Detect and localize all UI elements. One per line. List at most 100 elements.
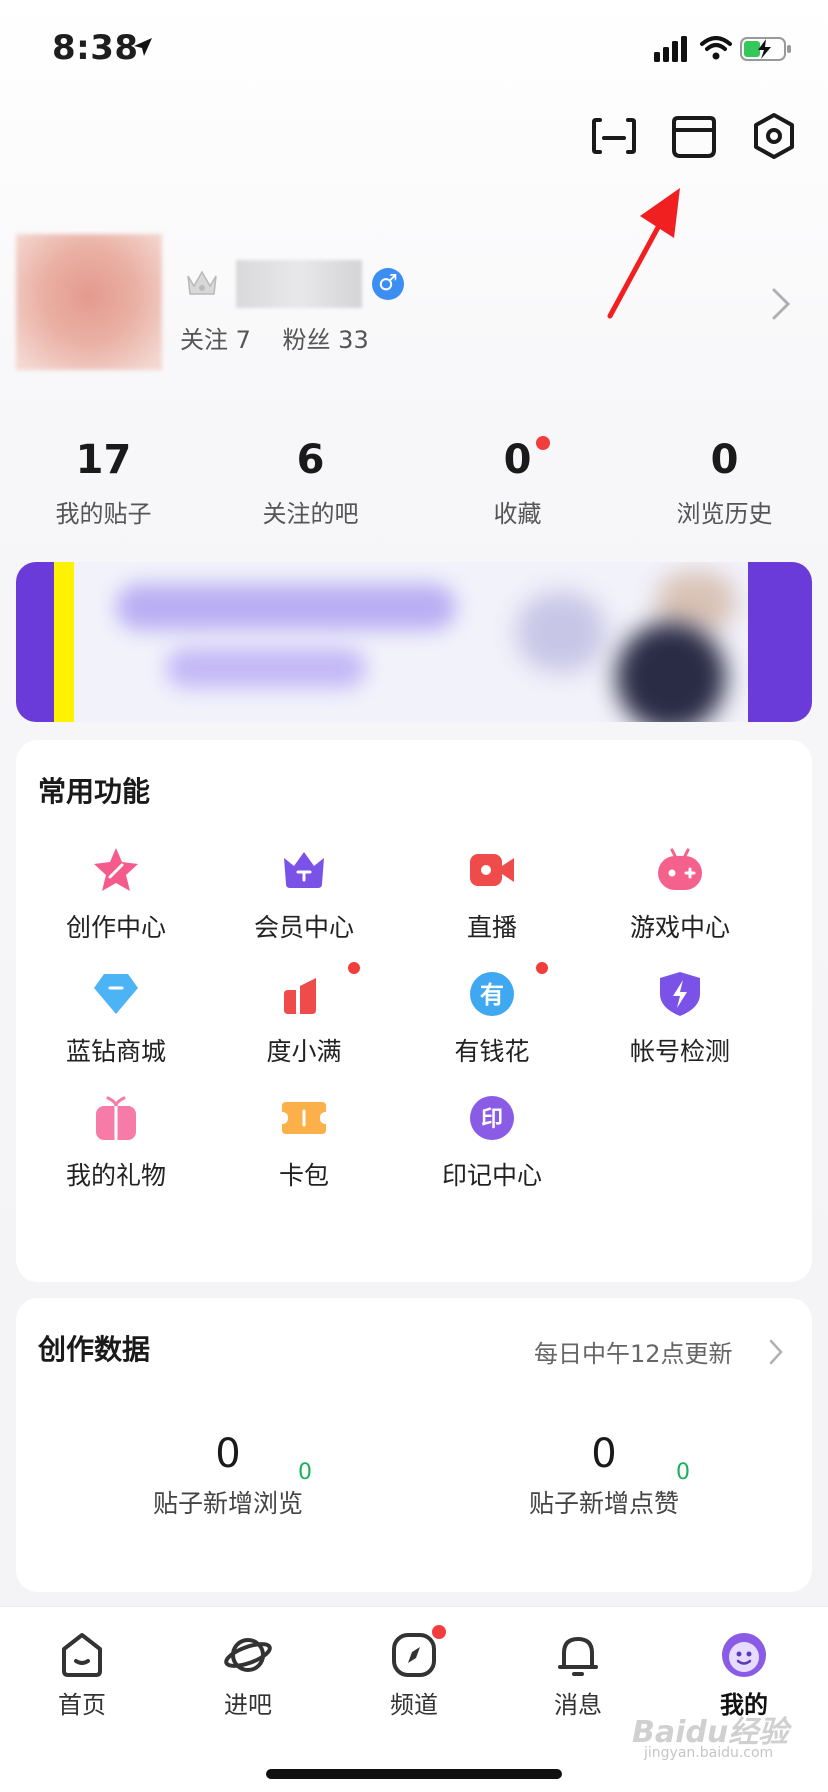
chevron-right-icon[interactable]: [770, 286, 792, 322]
star-pen-icon: [94, 848, 138, 891]
settings-hexagon-icon[interactable]: [750, 112, 798, 160]
location-arrow-icon: [134, 38, 152, 56]
tab-label: 消息: [554, 1691, 602, 1719]
feature-member-center[interactable]: 会员中心: [210, 846, 398, 956]
gift-icon: [96, 1096, 136, 1140]
stat-label: 我的贴子: [55, 500, 152, 528]
metric-value: 0: [215, 1431, 241, 1477]
tab-label: 首页: [58, 1691, 106, 1719]
avatar[interactable]: [16, 234, 162, 370]
annotation-arrow: [607, 188, 680, 319]
notification-dot: [346, 960, 362, 976]
battery-charging-icon: [740, 37, 791, 61]
stat-value: 17: [75, 437, 132, 483]
bottom-tab-bar: 首页 进吧 频道 消息 我的 Baidu经验 jingyan.baidu.com: [0, 1606, 828, 1792]
stat-history[interactable]: 0 浏览历史: [621, 432, 828, 532]
home-icon: [62, 1633, 102, 1677]
banner-blurred-image: [516, 592, 606, 672]
notification-dot: [536, 436, 550, 450]
metric-delta: 0: [298, 1460, 312, 1485]
banner-blurred-text: [166, 648, 366, 688]
tab-label: 进吧: [224, 1691, 272, 1719]
video-camera-icon: [470, 854, 514, 886]
watermark-url: jingyan.baidu.com: [644, 1745, 774, 1761]
promo-banner[interactable]: [16, 562, 812, 722]
update-note[interactable]: 每日中午12点更新: [534, 1334, 733, 1369]
money-icon: 有: [470, 972, 514, 1016]
stat-value: 6: [296, 437, 325, 483]
banner-blurred-image: [616, 622, 726, 722]
follow-counts[interactable]: 关注 7 粉丝 33: [180, 320, 393, 355]
metric-new-likes[interactable]: 0 贴子新增点赞: [474, 1426, 734, 1520]
planet-icon: [224, 1638, 272, 1672]
feature-label: 直播: [466, 913, 517, 942]
feature-label: 蓝钻商城: [65, 1037, 166, 1066]
fans-count[interactable]: 粉丝 33: [283, 326, 369, 354]
feature-label: 印记中心: [441, 1161, 542, 1190]
card-title: 创作数据: [38, 1333, 151, 1366]
gender-male-icon: ♂: [372, 268, 404, 300]
tab-messages[interactable]: 消息: [518, 1623, 638, 1719]
metric-label: 贴子新增点赞: [528, 1489, 679, 1518]
banner-right-stripe: [748, 562, 812, 722]
stat-favorites[interactable]: 0 收藏: [414, 432, 621, 532]
notification-dot: [534, 960, 550, 976]
banner-blurred-text: [116, 584, 456, 630]
feature-creation-center[interactable]: 创作中心: [22, 846, 210, 956]
wifi-icon: [700, 36, 732, 60]
feature-live[interactable]: 直播: [398, 846, 586, 956]
ticket-icon: [282, 1102, 326, 1134]
username-blurred[interactable]: [236, 260, 362, 308]
smiley-avatar-icon: [722, 1633, 766, 1677]
feature-du-xiaoman[interactable]: 度小满: [210, 960, 398, 1080]
stat-label: 关注的吧: [262, 500, 359, 528]
feature-label: 游戏中心: [629, 913, 730, 942]
dress-up-box-icon[interactable]: [670, 112, 718, 160]
bell-icon: [558, 1637, 598, 1676]
banner-left-accent: [54, 562, 74, 722]
feature-account-check[interactable]: 帐号检测: [586, 970, 774, 1080]
seal-glyph: 印: [481, 1107, 503, 1132]
feature-label: 会员中心: [253, 913, 354, 942]
feature-label: 帐号检测: [629, 1037, 730, 1066]
scan-icon[interactable]: [590, 112, 638, 160]
feature-label: 创作中心: [65, 913, 166, 942]
stat-value: 0: [710, 437, 739, 483]
metric-delta: 0: [676, 1460, 690, 1485]
stat-my-posts[interactable]: 17 我的贴子: [0, 432, 207, 532]
home-indicator[interactable]: [266, 1769, 562, 1779]
feature-youqianhua[interactable]: 有 有钱花: [398, 960, 586, 1080]
metric-new-views[interactable]: 0 贴子新增浏览: [98, 1426, 358, 1520]
stat-followed-bars[interactable]: 6 关注的吧: [207, 432, 414, 532]
member-crown-icon: [187, 270, 217, 295]
tab-channel[interactable]: 频道: [354, 1623, 474, 1719]
stats-row: 17 我的贴子 6 关注的吧 0 收藏 0 浏览历史: [0, 432, 828, 532]
feature-label: 卡包: [278, 1161, 329, 1190]
tab-enter-bar[interactable]: 进吧: [188, 1623, 308, 1719]
feature-label: 度小满: [266, 1037, 342, 1066]
tab-mine[interactable]: 我的: [684, 1623, 804, 1719]
stat-value: 0: [503, 437, 532, 483]
feature-seal-center[interactable]: 印 印记中心: [398, 1094, 586, 1204]
feature-card-wallet[interactable]: 卡包: [210, 1094, 398, 1204]
common-features-card: 常用功能 创作中心 会员中心 直播 游戏中心 蓝钻商城 度小满 有 有钱花 帐号…: [16, 740, 812, 1282]
card-title: 常用功能: [38, 775, 151, 808]
chevron-right-icon[interactable]: [768, 1338, 784, 1366]
feature-label: 有钱花: [454, 1037, 530, 1066]
compass-icon: [392, 1633, 436, 1677]
feature-blue-diamond-mall[interactable]: 蓝钻商城: [22, 970, 210, 1080]
creation-data-card: 创作数据 每日中午12点更新 0 贴子新增浏览 0 0 贴子新增点赞 0: [16, 1298, 812, 1592]
status-time: 8:38: [52, 28, 139, 68]
metric-value: 0: [591, 1431, 617, 1477]
status-bar: 8:38: [0, 0, 828, 96]
tab-label: 频道: [390, 1691, 438, 1719]
stat-label: 收藏: [493, 500, 542, 528]
diamond-icon: [94, 974, 138, 1014]
following-count[interactable]: 关注 7: [180, 326, 251, 354]
feature-game-center[interactable]: 游戏中心: [586, 846, 774, 956]
feature-my-gifts[interactable]: 我的礼物: [22, 1094, 210, 1204]
tab-home[interactable]: 首页: [22, 1623, 142, 1719]
cellular-signal-icon: [654, 36, 687, 62]
stat-label: 浏览历史: [676, 500, 773, 528]
svg-text:有: 有: [480, 981, 504, 1009]
